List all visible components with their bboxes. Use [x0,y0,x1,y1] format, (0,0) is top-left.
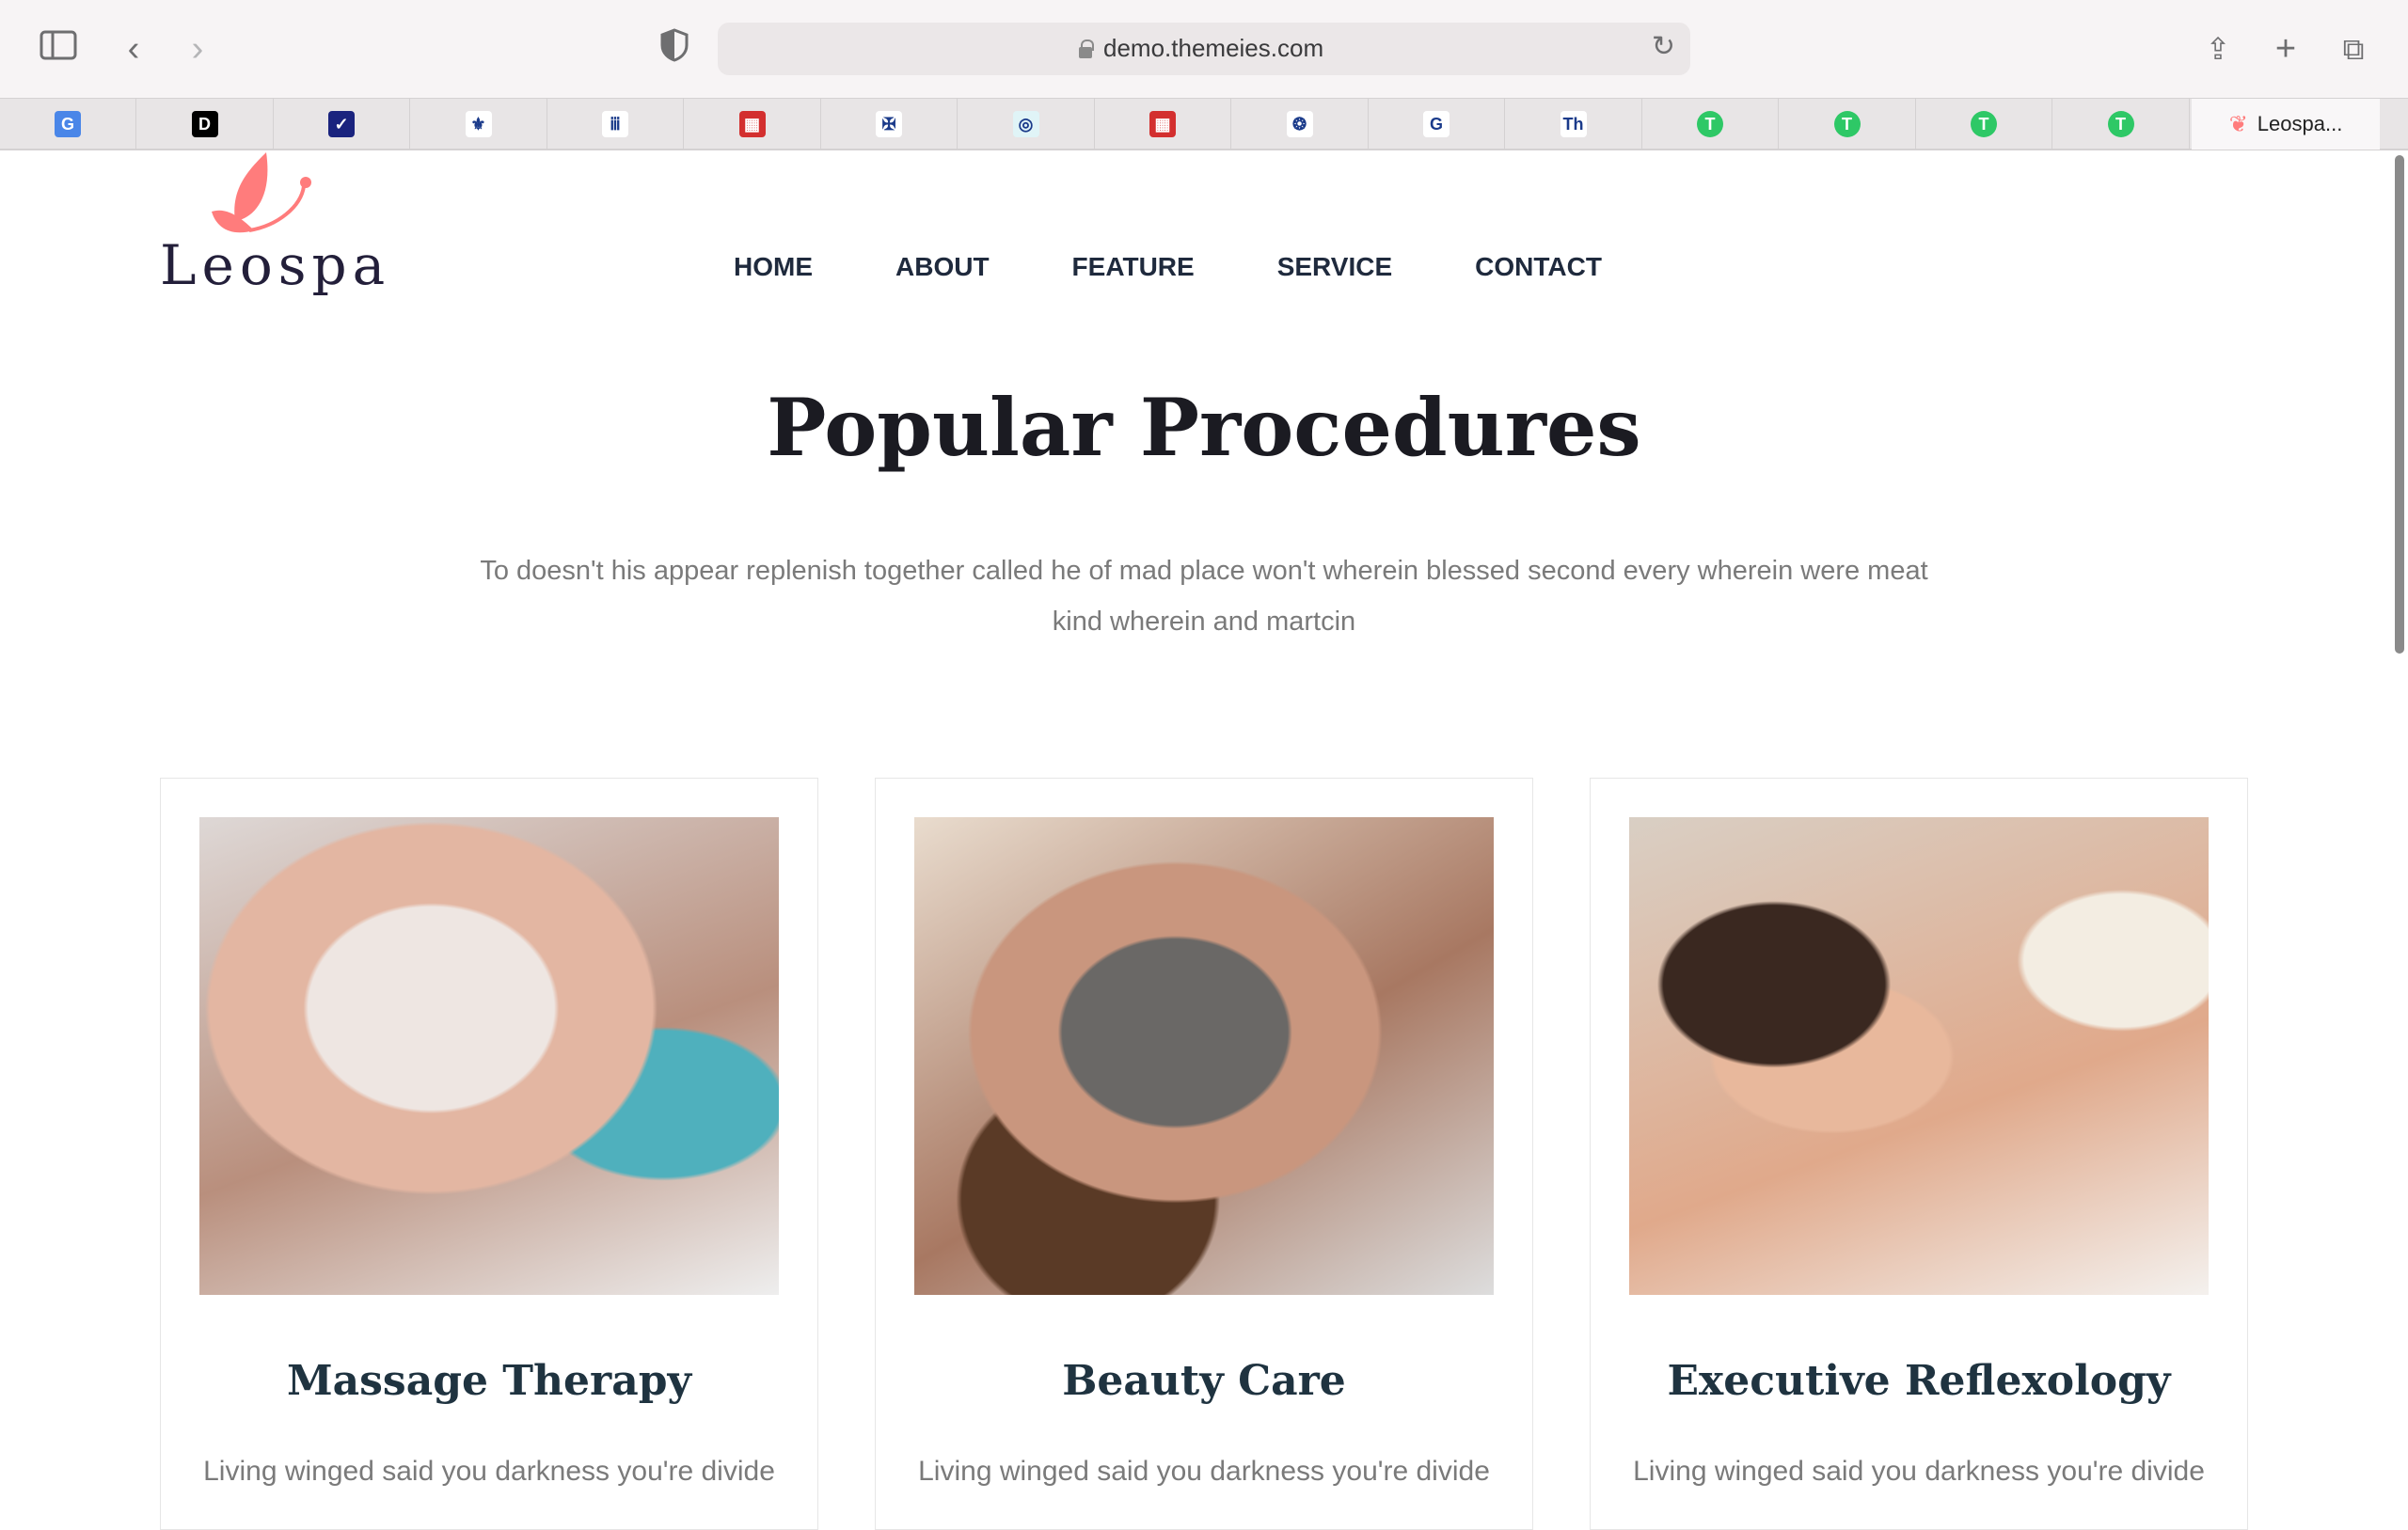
columns-icon: ⅲ [602,111,628,137]
bookmark-item[interactable]: ❂ [1232,99,1369,150]
tether-icon-4: T [2107,111,2134,137]
bookmarks-bar: G D ✓ ⚜ ⅲ ▦ ✠ ◎ ▦ ❂ G Th T T T T ❦ Leospa... [0,98,2408,150]
card-desc: Living winged said you darkness you're d… [1633,1456,2205,1487]
bookmark-item[interactable]: T [1780,99,1916,150]
procedure-card[interactable]: Massage Therapy Living winged said you d… [160,778,818,1530]
emblem-icon: ❂ [1286,111,1313,137]
bookmark-item[interactable]: T [2053,99,2190,150]
browser-toolbar: ‹ › demo.themeies.com ↻ ⇪ + ⧉ [0,0,2408,98]
card-title: Massage Therapy [286,1357,692,1405]
page-scrollbar[interactable] [2395,155,2404,654]
bookmark-item[interactable]: ▦ [685,99,821,150]
lock-icon [1079,39,1094,58]
leospa-favicon: ❦ [2228,111,2248,137]
nav-service[interactable]: SERVICE [1277,252,1392,282]
procedure-card[interactable]: Executive Reflexology Living winged said… [1590,778,2248,1530]
new-tab-icon[interactable]: + [2265,28,2306,70]
bookmark-item[interactable]: G [1369,99,1505,150]
card-desc: Living winged said you darkness you're d… [918,1456,1490,1487]
back-icon[interactable]: ‹ [113,28,154,70]
bookmark-item[interactable]: ✠ [821,99,958,150]
main-nav: HOME ABOUT FEATURE SERVICE CONTACT [734,252,1602,282]
butterfly-icon [212,152,311,233]
card-title: Beauty Care [1062,1357,1346,1405]
google-translate-icon: G [55,111,81,137]
address-bar[interactable]: demo.themeies.com ↻ [718,23,1690,75]
nav-home[interactable]: HOME [734,252,813,282]
nav-feature[interactable]: FEATURE [1072,252,1195,282]
mbe-icon: ◎ [1012,111,1039,137]
shield-icon[interactable] [654,28,695,70]
forward-icon[interactable]: › [177,28,218,70]
tab-overview-icon[interactable]: ⧉ [2333,28,2374,70]
google-icon: G [1423,111,1450,137]
section-title: Popular Procedures [767,381,1641,474]
nav-about[interactable]: ABOUT [895,252,990,282]
active-tab-label: Leospa... [2257,112,2343,135]
logo-wordmark: Leospa [160,233,391,297]
share-icon[interactable]: ⇪ [2197,28,2239,70]
site-logo[interactable]: Leospa [155,150,385,301]
reload-icon[interactable]: ↻ [1652,30,1675,63]
bookmark-item[interactable]: G [0,99,136,150]
url-text: demo.themeies.com [1103,34,1324,62]
fleur-icon: ⚜ [465,111,492,137]
bookmark-item[interactable]: ⅲ [547,99,684,150]
tether-icon: T [1697,111,1723,137]
tether-icon-3: T [1971,111,1997,137]
eagle-icon: ✠ [876,111,902,137]
bookmark-item[interactable]: T [1642,99,1779,150]
card-desc: Living winged said you darkness you're d… [203,1456,775,1487]
nav-contact[interactable]: CONTACT [1475,252,1602,282]
bookmark-item[interactable]: ▦ [1095,99,1231,150]
grid-flag-icon: ▦ [738,111,766,137]
bookmark-item[interactable]: ✓ [274,99,410,150]
v-check-icon: ✓ [328,111,355,137]
bookmark-item[interactable]: ◎ [958,99,1095,150]
bookmark-item[interactable]: D [137,99,274,150]
d-logo-icon: D [191,111,218,137]
sidebar-toggle-icon[interactable] [38,28,79,70]
procedure-image [199,817,779,1295]
section-intro: To doesn't his appear replenish together… [480,556,1928,637]
procedure-card[interactable]: Beauty Care Living winged said you darkn… [875,778,1533,1530]
th-icon: Th [1560,111,1587,137]
card-title: Executive Reflexology [1667,1357,2171,1405]
bookmark-item[interactable]: ⚜ [411,99,547,150]
procedure-image [914,817,1494,1295]
bookmark-item[interactable]: Th [1506,99,1642,150]
procedure-image [1629,817,2209,1295]
grid-flag-icon-2: ▦ [1149,111,1176,137]
active-tab[interactable]: ❦ Leospa... [2192,99,2380,150]
tether-icon-2: T [1833,111,1861,137]
bookmark-item[interactable]: T [1916,99,2052,150]
